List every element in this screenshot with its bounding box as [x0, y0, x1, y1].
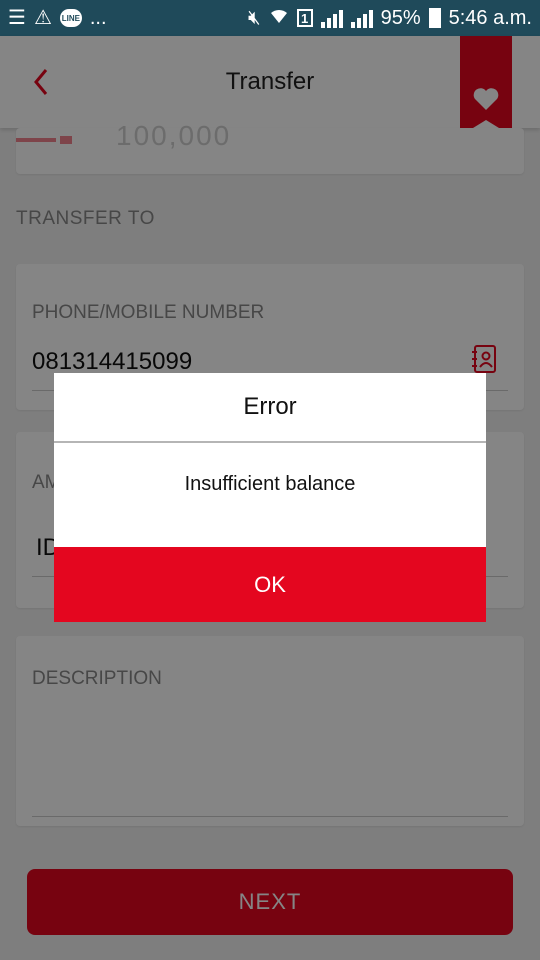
- dialog-message: Insufficient balance: [184, 473, 356, 495]
- sim-icon: 1: [296, 9, 313, 27]
- error-dialog: Error Insufficient balance OK: [54, 373, 486, 622]
- signal-icon: [320, 8, 343, 28]
- mute-icon: 🔇︎: [247, 7, 261, 29]
- status-bar: ☰ ⚠ LINE ... 🔇︎ 1 95% 5:46 a.m.: [0, 0, 540, 36]
- menu-icon: ☰: [8, 7, 26, 29]
- battery-icon: [428, 8, 441, 28]
- battery-percent: 95%: [380, 6, 421, 29]
- ok-button[interactable]: OK: [54, 547, 486, 622]
- line-icon: LINE: [59, 9, 82, 27]
- warning-icon: ⚠: [33, 7, 52, 29]
- signal-icon-2: [350, 8, 373, 28]
- clock: 5:46 a.m.: [448, 6, 532, 29]
- more-notifications: ...: [89, 6, 107, 29]
- wifi-icon: [269, 7, 289, 29]
- dialog-divider: [54, 441, 486, 443]
- dialog-title: Error: [243, 393, 297, 420]
